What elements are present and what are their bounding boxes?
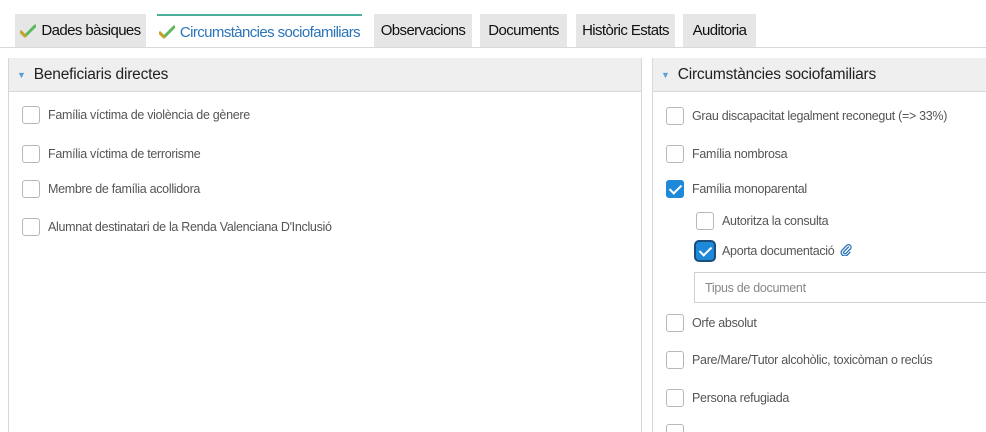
tab-label: Dades bàsiques — [41, 22, 141, 39]
checkbox-familia-nombrosa[interactable]: Família nombrosa — [666, 145, 788, 163]
checkbox[interactable] — [666, 389, 684, 407]
checkbox[interactable] — [666, 107, 684, 125]
collapse-caret-icon: ▼ — [17, 69, 26, 80]
checkbox-familia-acollidora[interactable]: Membre de família acollidora — [22, 180, 200, 198]
checkbox-cut-off[interactable] — [666, 424, 692, 432]
checkmark-icon — [20, 24, 37, 38]
tab-bar: Dades bàsiques Circumstàncies sociofamil… — [0, 0, 986, 48]
tab-documents[interactable]: Documents — [480, 14, 567, 47]
tab-historic-estats[interactable]: Històric Estats — [576, 14, 675, 47]
tab-label: Històric Estats — [582, 22, 669, 39]
checkbox-label: Família víctima de violència de gènere — [48, 108, 250, 122]
tab-label: Observacions — [380, 22, 466, 39]
checkmark-icon — [158, 25, 175, 39]
panel-header[interactable]: ▼ Beneficiaris directes — [9, 58, 641, 92]
panel-title: Circumstàncies sociofamiliars — [677, 65, 877, 83]
checkbox-label: Persona refugiada — [692, 391, 790, 405]
checkbox-label: Família víctima de terrorisme — [48, 147, 201, 161]
checkbox-label: Alumnat destinatari de la Renda Valencia… — [48, 220, 332, 234]
checkbox[interactable] — [22, 218, 40, 236]
checkbox-persona-refugiada[interactable]: Persona refugiada — [666, 389, 789, 407]
paperclip-icon[interactable] — [840, 243, 853, 259]
tab-auditoria[interactable]: Auditoria — [683, 14, 756, 47]
tab-dades-basiques[interactable]: Dades bàsiques — [15, 14, 146, 47]
checkbox-checked[interactable] — [696, 242, 714, 260]
checkbox-grau-discapacitat[interactable]: Grau discapacitat legalment reconegut (=… — [666, 107, 947, 125]
checkbox-pare-mare-tutor[interactable]: Pare/Mare/Tutor alcohòlic, toxicòman o r… — [666, 351, 933, 369]
checkbox[interactable] — [666, 314, 684, 332]
checkbox-label: Família nombrosa — [692, 147, 788, 161]
tab-label: Circumstàncies sociofamiliars — [179, 23, 361, 41]
panel-title: Beneficiaris directes — [33, 65, 169, 83]
checkbox[interactable] — [696, 212, 714, 230]
checkbox-terrorisme[interactable]: Família víctima de terrorisme — [22, 145, 201, 163]
checkbox-aporta-documentacio[interactable]: Aporta documentació — [696, 242, 853, 260]
checkbox[interactable] — [22, 145, 40, 163]
checkbox-label: Aporta documentació — [722, 244, 835, 258]
checkbox-checked[interactable] — [666, 180, 684, 198]
checkbox-familia-monoparental[interactable]: Família monoparental — [666, 180, 807, 198]
checkbox-renda-valenciana[interactable]: Alumnat destinatari de la Renda Valencia… — [22, 218, 332, 236]
checkbox-violencia-genere[interactable]: Família víctima de violència de gènere — [22, 106, 250, 124]
tab-label: Auditoria — [692, 22, 747, 39]
checkbox[interactable] — [22, 106, 40, 124]
document-type-input[interactable] — [694, 272, 986, 303]
checkbox[interactable] — [22, 180, 40, 198]
checkbox-label: Família monoparental — [692, 182, 807, 196]
checkbox-label: Autoritza la consulta — [722, 214, 829, 228]
tab-label: Documents — [488, 22, 559, 39]
checkbox[interactable] — [666, 424, 684, 432]
checkbox[interactable] — [666, 351, 684, 369]
checkbox-label: Pare/Mare/Tutor alcohòlic, toxicòman o r… — [692, 353, 933, 367]
checkbox-label: Grau discapacitat legalment reconegut (=… — [692, 109, 948, 123]
collapse-caret-icon: ▼ — [661, 69, 670, 80]
tab-circumstancies-sociofamiliars[interactable]: Circumstàncies sociofamiliars — [157, 14, 362, 48]
checkbox-label: Membre de família acollidora — [48, 182, 201, 196]
checkbox-orfe-absolut[interactable]: Orfe absolut — [666, 314, 757, 332]
checkbox-label: Orfe absolut — [692, 316, 757, 330]
checkbox[interactable] — [666, 145, 684, 163]
panel-header[interactable]: ▼ Circumstàncies sociofamiliars — [653, 58, 986, 92]
tab-divider — [0, 47, 986, 48]
checkbox-autoritza-consulta[interactable]: Autoritza la consulta — [696, 212, 829, 230]
tab-observacions[interactable]: Observacions — [374, 14, 472, 47]
